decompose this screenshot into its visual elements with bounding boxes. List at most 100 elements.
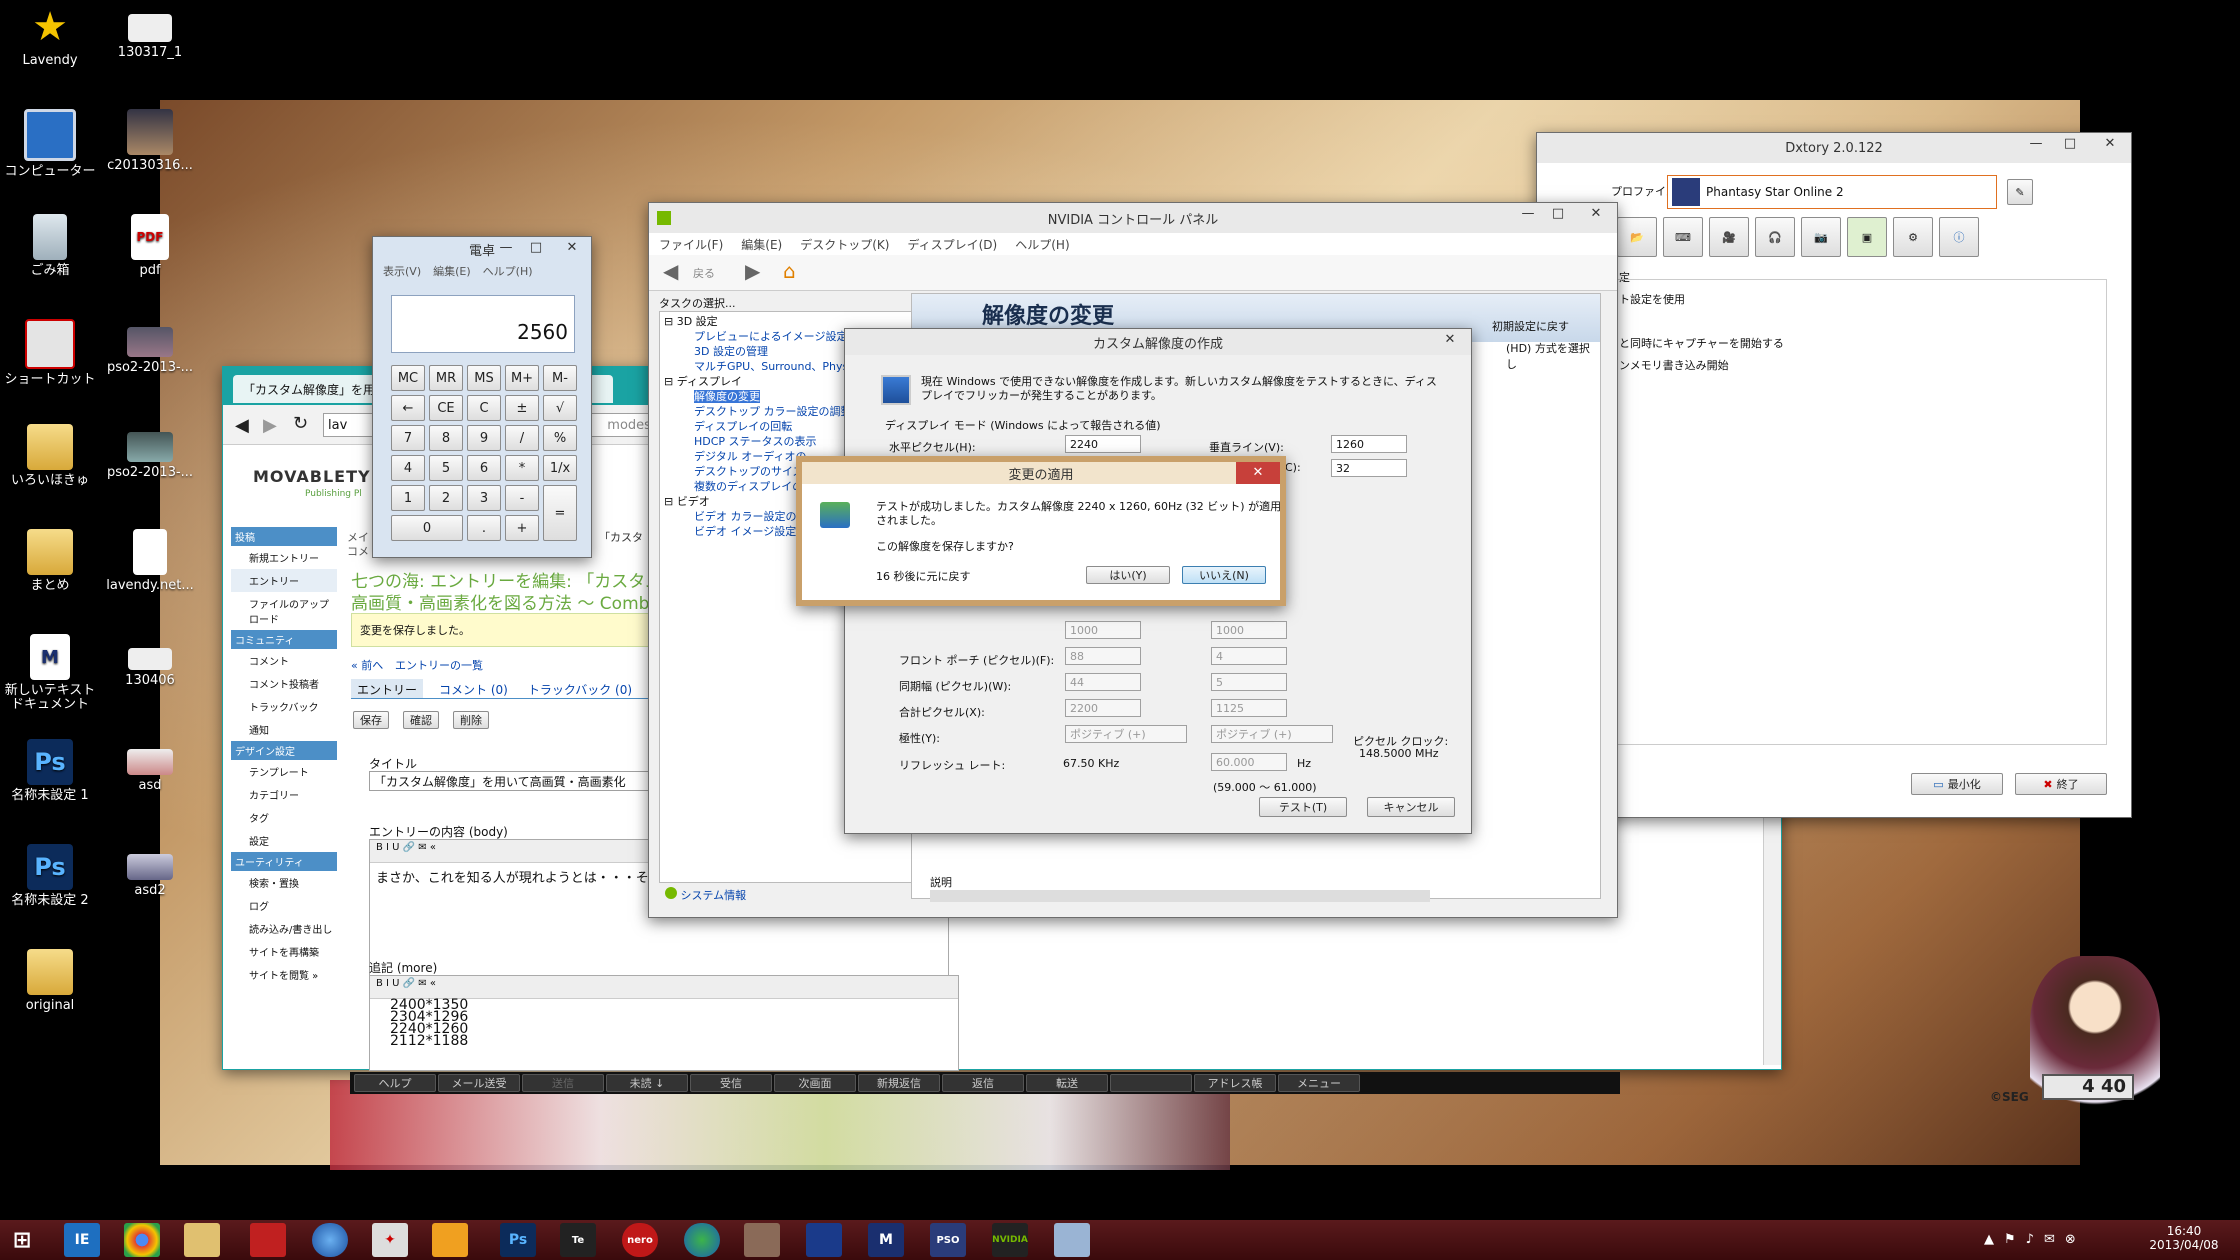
taskbar-itunes-icon[interactable]: [312, 1223, 348, 1257]
folder-tab-icon[interactable]: 📂: [1617, 217, 1657, 257]
reload-icon[interactable]: ↻: [293, 413, 308, 434]
calc-key[interactable]: C: [467, 395, 501, 421]
calc-key[interactable]: %: [543, 425, 577, 451]
mail-new-reply-button[interactable]: 新規返信: [858, 1074, 940, 1092]
maximize-icon[interactable]: □: [2055, 133, 2085, 155]
calc-key[interactable]: 3: [467, 485, 501, 511]
sidebar-item-entries[interactable]: エントリー: [231, 569, 337, 592]
restore-default-link[interactable]: 初期設定に戻す: [1492, 318, 1569, 334]
mail-address-book-button[interactable]: アドレス帳: [1194, 1074, 1276, 1092]
minimize-icon[interactable]: —: [491, 237, 521, 259]
tab-trackbacks[interactable]: トラックバック (0): [524, 679, 636, 698]
total-pixels-h-input[interactable]: 2200: [1065, 699, 1141, 717]
mail-empty-button[interactable]: [1110, 1074, 1192, 1092]
back-icon[interactable]: ◀: [663, 259, 678, 283]
calc-key[interactable]: 5: [429, 455, 463, 481]
mail-next-screen-button[interactable]: 次画面: [774, 1074, 856, 1092]
sidebar-item-tags[interactable]: タグ: [231, 806, 337, 829]
close-icon[interactable]: ✕: [1581, 203, 1611, 225]
desktop-icon-pso2-2[interactable]: pso2-2013-...: [100, 420, 200, 520]
calc-key[interactable]: MC: [391, 365, 425, 391]
color-depth-select[interactable]: 32: [1331, 459, 1407, 477]
taskbar-chrome-icon[interactable]: [124, 1223, 160, 1257]
desktop-icon-folder-1[interactable]: いろいほきゅ: [0, 420, 100, 520]
menu-display[interactable]: ディスプレイ(D): [907, 236, 997, 253]
desktop-icon-matome[interactable]: まとめ: [0, 525, 100, 625]
taskbar-nero-icon[interactable]: nero: [622, 1223, 658, 1257]
sidebar-item-search-replace[interactable]: 検索・置換: [231, 871, 337, 894]
calc-key[interactable]: 6: [467, 455, 501, 481]
taskbar-photoshop-icon[interactable]: Ps: [500, 1223, 536, 1257]
title-input[interactable]: 「カスタム解像度」を用いて高画質・高画素化: [369, 771, 669, 791]
close-icon[interactable]: ✕: [2095, 133, 2125, 155]
calc-key[interactable]: 9: [467, 425, 501, 451]
menu-desktop[interactable]: デスクトップ(K): [800, 236, 889, 253]
tab-comments[interactable]: コメント (0): [435, 679, 512, 698]
minimize-icon[interactable]: —: [1513, 203, 1543, 225]
desktop-icon-c20130316[interactable]: c20130316...: [100, 105, 200, 205]
taskbar-te-icon[interactable]: Te: [560, 1223, 596, 1257]
calc-menu-edit[interactable]: 編集(E): [433, 263, 471, 279]
profile-select[interactable]: Phantasy Star Online 2: [1667, 175, 1997, 209]
system-info-link[interactable]: システム情報: [665, 887, 746, 903]
taskbar-calculator-icon[interactable]: [1054, 1223, 1090, 1257]
menu-edit[interactable]: 編集(E): [741, 236, 782, 253]
sidebar-item-commenters[interactable]: コメント投稿者: [231, 672, 337, 695]
taskbar-explorer-icon[interactable]: [184, 1223, 220, 1257]
calc-menu-help[interactable]: ヘルプ(H): [483, 263, 533, 279]
cancel-button[interactable]: キャンセル: [1367, 797, 1455, 817]
calc-key[interactable]: M-: [543, 365, 577, 391]
desktop-icon-asd2[interactable]: asd2: [100, 840, 200, 940]
minimize-button[interactable]: ▭ 最小化: [1911, 773, 2003, 795]
yes-button[interactable]: はい(Y): [1086, 566, 1170, 584]
timing-row-0-b[interactable]: 1000: [1211, 621, 1287, 639]
desktop-icon-lavendy-net[interactable]: lavendy.net...: [100, 525, 200, 625]
settings-tab-icon[interactable]: ⚙: [1893, 217, 1933, 257]
polarity-v-select[interactable]: ポジティブ (+): [1211, 725, 1333, 743]
tree-item-change-resolution[interactable]: 解像度の変更: [694, 390, 760, 403]
taskbar-monitor-icon[interactable]: [806, 1223, 842, 1257]
close-icon[interactable]: ✕: [1236, 462, 1280, 484]
tray-icons[interactable]: ▲⚑♪✉⊗: [1984, 1232, 2086, 1247]
calc-key[interactable]: ±: [505, 395, 539, 421]
taskbar-mail-icon[interactable]: [432, 1223, 468, 1257]
audio-tab-icon[interactable]: 🎧: [1755, 217, 1795, 257]
close-icon[interactable]: ✕: [1435, 329, 1465, 351]
edit-profile-button[interactable]: ✎: [2007, 179, 2033, 205]
sync-width-v-input[interactable]: 5: [1211, 673, 1287, 691]
more-editor[interactable]: B I U 🔗 ✉ « 2400*1350 2304*1296 2240*126…: [369, 975, 959, 1071]
windows-start-icon[interactable]: ⊞: [4, 1223, 40, 1257]
calc-key[interactable]: 2: [429, 485, 463, 511]
desktop-icon-original[interactable]: original: [0, 945, 100, 1045]
camera-tab-icon[interactable]: 📷: [1801, 217, 1841, 257]
sidebar-item-rebuild[interactable]: サイトを再構築: [231, 940, 337, 963]
desktop-icon-pso2-1[interactable]: pso2-2013-...: [100, 315, 200, 415]
total-pixels-v-input[interactable]: 1125: [1211, 699, 1287, 717]
v-lines-input[interactable]: 1260: [1331, 435, 1407, 453]
mail-receive-button[interactable]: 受信: [690, 1074, 772, 1092]
refresh-hz-input[interactable]: 60.000: [1211, 753, 1287, 771]
calc-key[interactable]: MR: [429, 365, 463, 391]
calc-key[interactable]: CE: [429, 395, 463, 421]
sidebar-item-settings[interactable]: 設定: [231, 829, 337, 852]
forward-arrow-icon[interactable]: ▶: [263, 415, 277, 436]
taskbar-nvidia-icon[interactable]: NVIDIA: [992, 1223, 1028, 1257]
tree-group-3d[interactable]: ⊟ 3D 設定: [664, 314, 910, 329]
calc-key[interactable]: 8: [429, 425, 463, 451]
sidebar-item-upload[interactable]: ファイルのアップロード: [231, 592, 337, 630]
taskbar-app-icon[interactable]: ✦: [372, 1223, 408, 1257]
tab-entry[interactable]: エントリー: [351, 679, 424, 698]
sidebar-item-categories[interactable]: カテゴリー: [231, 783, 337, 806]
desktop-icon-untitled-1[interactable]: Ps 名称未設定 1: [0, 735, 100, 835]
taskbar-character-icon[interactable]: [744, 1223, 780, 1257]
sidebar-item-comments[interactable]: コメント: [231, 649, 337, 672]
sidebar-item-view-site[interactable]: サイトを閲覧 »: [231, 963, 337, 986]
maximize-icon[interactable]: □: [521, 237, 551, 259]
maximize-icon[interactable]: □: [1543, 203, 1573, 225]
calc-key[interactable]: 4: [391, 455, 425, 481]
close-icon[interactable]: ✕: [557, 237, 587, 259]
taskbar-globe-icon[interactable]: [684, 1223, 720, 1257]
calc-key[interactable]: =: [543, 485, 577, 541]
desktop-icon-computer[interactable]: コンピューター: [0, 105, 100, 205]
calc-key[interactable]: -: [505, 485, 539, 511]
